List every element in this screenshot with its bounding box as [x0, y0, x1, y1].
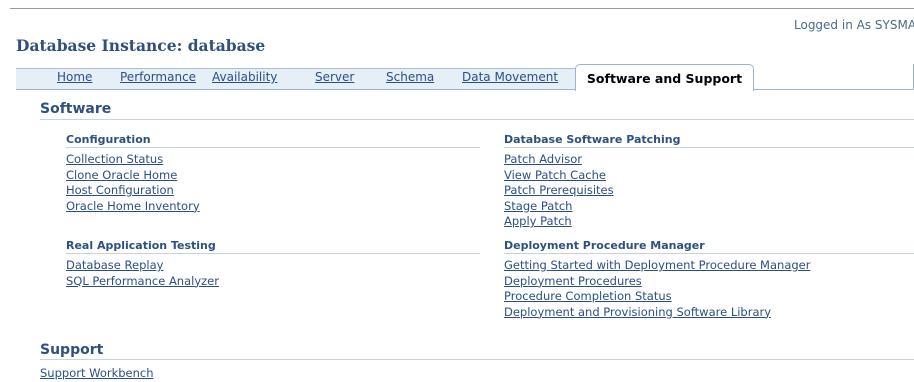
link-collection-status[interactable]: Collection Status	[66, 152, 163, 166]
dpm-links: Getting Started with Deployment Procedur…	[504, 256, 810, 319]
link-procedure-completion-status[interactable]: Procedure Completion Status	[504, 289, 672, 303]
link-view-patch-cache[interactable]: View Patch Cache	[504, 168, 606, 182]
group-title-real-application-testing: Real Application Testing	[66, 239, 216, 252]
link-provisioning-software-library[interactable]: Deployment and Provisioning Software Lib…	[504, 305, 771, 319]
tab-software-and-support[interactable]: Software and Support	[575, 64, 754, 91]
tab-server[interactable]: Server	[315, 70, 354, 84]
tab-bar: Home Performance Availability Server Sch…	[16, 64, 914, 94]
link-patch-prerequisites[interactable]: Patch Prerequisites	[504, 183, 614, 197]
rat-links: Database Replay SQL Performance Analyzer	[66, 256, 219, 288]
tab-label: Software and Support	[586, 71, 743, 86]
group-divider	[504, 147, 914, 148]
section-divider	[40, 359, 914, 360]
support-links: Support Workbench	[40, 364, 154, 380]
link-database-replay[interactable]: Database Replay	[66, 258, 163, 272]
patching-links: Patch Advisor View Patch Cache Patch Pre…	[504, 150, 614, 228]
link-stage-patch[interactable]: Stage Patch	[504, 199, 572, 213]
logged-in-status: Logged in As SYSMAN	[794, 18, 914, 32]
group-title-configuration: Configuration	[66, 133, 151, 146]
link-patch-advisor[interactable]: Patch Advisor	[504, 152, 582, 166]
tab-schema[interactable]: Schema	[386, 70, 434, 84]
link-apply-patch[interactable]: Apply Patch	[504, 214, 572, 228]
link-oracle-home-inventory[interactable]: Oracle Home Inventory	[66, 199, 200, 213]
page-title: Database Instance: database	[16, 36, 266, 55]
section-title-support: Support	[40, 342, 104, 358]
tab-availability[interactable]: Availability	[212, 70, 277, 84]
tab-home[interactable]: Home	[57, 70, 92, 84]
link-sql-performance-analyzer[interactable]: SQL Performance Analyzer	[66, 274, 219, 288]
configuration-links: Collection Status Clone Oracle Home Host…	[66, 150, 200, 213]
top-divider	[10, 8, 914, 9]
group-title-deployment-procedure-manager: Deployment Procedure Manager	[504, 239, 705, 252]
link-support-workbench[interactable]: Support Workbench	[40, 366, 154, 380]
tab-baseline	[16, 89, 575, 90]
group-divider	[66, 147, 480, 148]
group-title-database-software-patching: Database Software Patching	[504, 133, 681, 146]
tab-baseline	[753, 89, 914, 90]
group-divider	[66, 253, 480, 254]
section-divider	[40, 119, 914, 120]
link-deployment-procedures[interactable]: Deployment Procedures	[504, 274, 642, 288]
link-host-configuration[interactable]: Host Configuration	[66, 183, 174, 197]
link-clone-oracle-home[interactable]: Clone Oracle Home	[66, 168, 177, 182]
link-getting-started-dpm[interactable]: Getting Started with Deployment Procedur…	[504, 258, 810, 272]
section-title-software: Software	[40, 101, 112, 117]
tab-data-movement[interactable]: Data Movement	[462, 70, 558, 84]
group-divider	[504, 253, 914, 254]
tab-performance[interactable]: Performance	[120, 70, 196, 84]
